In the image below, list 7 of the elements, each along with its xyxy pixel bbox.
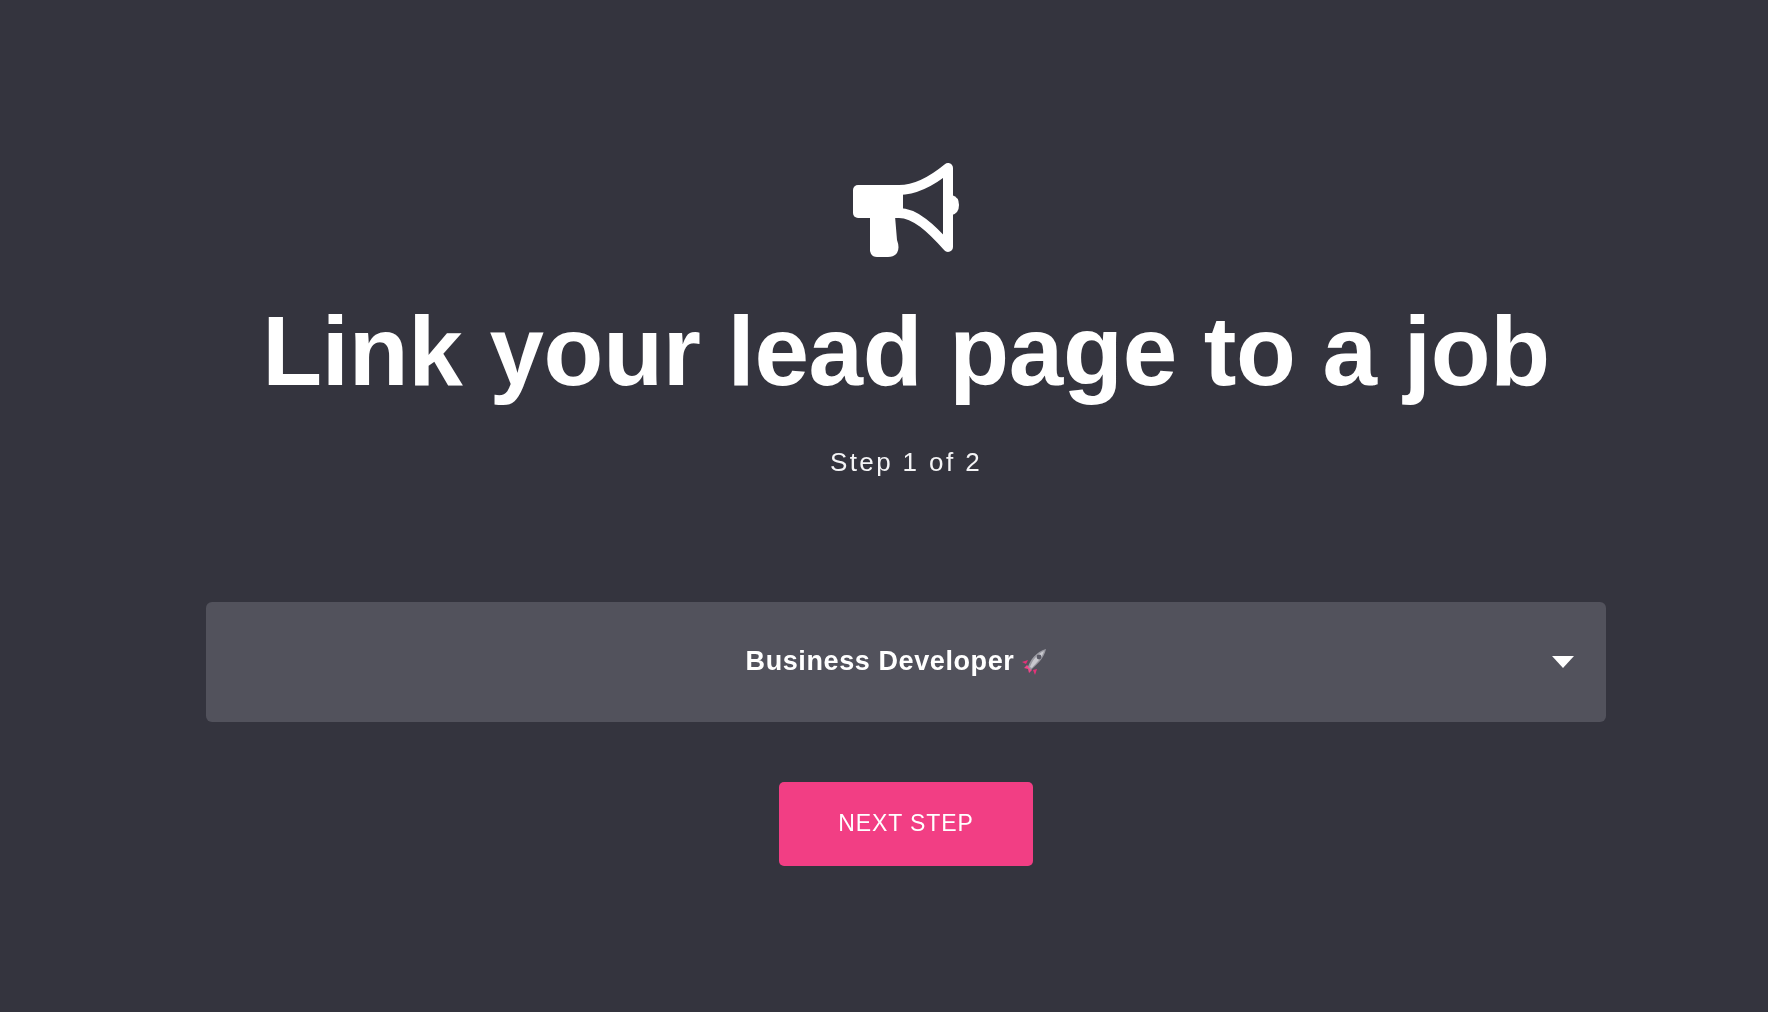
job-select[interactable]: Business Developer <box>206 601 1606 722</box>
next-step-button[interactable]: NEXT STEP <box>779 781 1033 866</box>
rocket-icon <box>1022 647 1049 676</box>
caret-icon <box>1552 655 1574 668</box>
megaphone-icon <box>853 162 959 258</box>
step-indicator: Step 1 of 2 <box>829 446 983 478</box>
page-title: Link your lead page to a job <box>262 295 1550 408</box>
